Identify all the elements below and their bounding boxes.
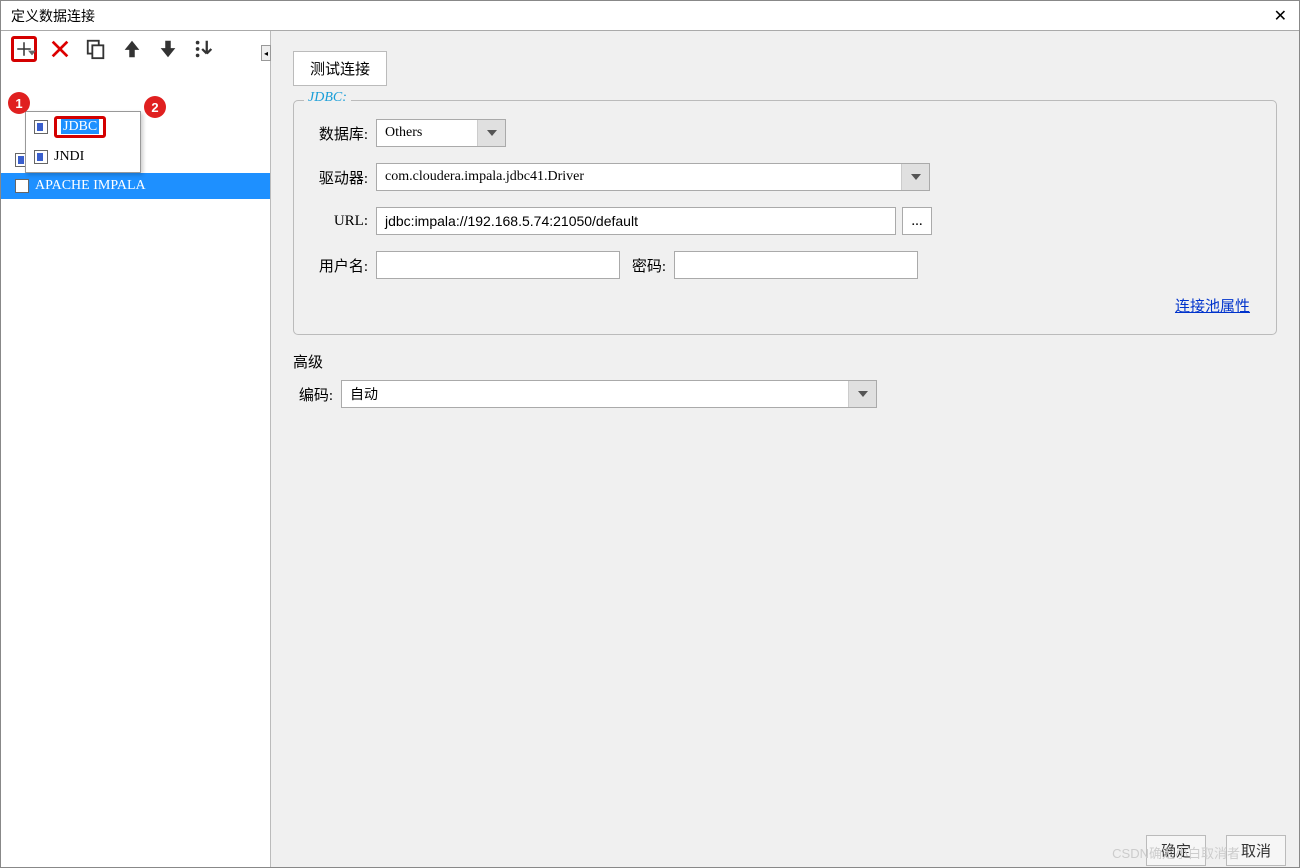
sort-button[interactable] [191, 36, 217, 62]
popup-item-label: JDBC [61, 119, 99, 134]
tree-item-label: APACHE IMPALA [35, 178, 146, 194]
driver-value: com.cloudera.impala.jdbc41.Driver [377, 169, 901, 185]
label-password: 密码: [620, 255, 674, 276]
driver-combo[interactable]: com.cloudera.impala.jdbc41.Driver [376, 163, 930, 191]
tree-item-apache-impala[interactable]: APACHE IMPALA [1, 173, 270, 199]
connection-tree: JDBC5 APACHE IMPALA [1, 67, 270, 867]
jdbc-group: JDBC: 数据库: Others 驱动器: com.cloudera.impa… [293, 100, 1277, 335]
delete-button[interactable] [47, 36, 73, 62]
test-connection-button[interactable]: 测试连接 [293, 51, 387, 86]
username-input[interactable] [376, 251, 620, 279]
window-title: 定义数据连接 [7, 6, 95, 26]
database-icon [15, 179, 29, 193]
advanced-label: 高级 [293, 351, 1277, 372]
database-icon [34, 120, 48, 134]
ok-button[interactable]: 确定 [1146, 835, 1206, 866]
pool-link-row: 连接池属性 [310, 295, 1260, 316]
add-menu-popup: JDBC JNDI [25, 111, 141, 173]
dialog-body: ◂ JDBC JNDI JDBC5 APACHE IMPAL [1, 31, 1299, 867]
chevron-down-icon[interactable] [477, 120, 505, 146]
label-driver: 驱动器: [310, 167, 376, 188]
label-username: 用户名: [310, 255, 376, 276]
left-panel: ◂ JDBC JNDI JDBC5 APACHE IMPAL [1, 31, 271, 867]
encoding-value: 自动 [342, 384, 848, 404]
row-credentials: 用户名: 密码: [310, 251, 1260, 279]
popup-label-highlight: JDBC [54, 116, 106, 138]
connection-pool-link[interactable]: 连接池属性 [1175, 299, 1250, 315]
label-database: 数据库: [310, 123, 376, 144]
bottom-bar: 确定 取消 [1146, 835, 1286, 866]
url-browse-button[interactable]: ... [902, 207, 932, 235]
copy-button[interactable] [83, 36, 109, 62]
left-toolbar [1, 31, 270, 67]
label-url: URL: [310, 213, 376, 230]
collapse-handle-icon[interactable]: ◂ [261, 45, 271, 61]
close-icon[interactable]: ✕ [1268, 6, 1293, 26]
right-panel: 测试连接 JDBC: 数据库: Others 驱动器: com.cloudera… [271, 31, 1299, 867]
add-button[interactable] [11, 36, 37, 62]
popup-item-label: JNDI [54, 149, 84, 165]
url-input[interactable]: jdbc:impala://192.168.5.74:21050/default [376, 207, 896, 235]
annotation-badge-1: 1 [8, 92, 30, 114]
popup-item-jndi[interactable]: JNDI [26, 142, 140, 172]
database-combo[interactable]: Others [376, 119, 506, 147]
encoding-combo[interactable]: 自动 [341, 380, 877, 408]
row-url: URL: jdbc:impala://192.168.5.74:21050/de… [310, 207, 1260, 235]
move-down-button[interactable] [155, 36, 181, 62]
jdbc-group-title: JDBC: [304, 90, 351, 106]
database-value: Others [377, 125, 477, 141]
row-driver: 驱动器: com.cloudera.impala.jdbc41.Driver [310, 163, 1260, 191]
password-input[interactable] [674, 251, 918, 279]
cancel-button[interactable]: 取消 [1226, 835, 1286, 866]
popup-item-jdbc[interactable]: JDBC [26, 112, 140, 142]
row-encoding: 编码: 自动 [293, 380, 1277, 408]
database-icon [34, 150, 48, 164]
row-database: 数据库: Others [310, 119, 1260, 147]
titlebar: 定义数据连接 ✕ [1, 1, 1299, 31]
label-encoding: 编码: [293, 384, 341, 405]
chevron-down-icon[interactable] [848, 381, 876, 407]
move-up-button[interactable] [119, 36, 145, 62]
dialog-window: 定义数据连接 ✕ [0, 0, 1300, 868]
chevron-down-icon[interactable] [901, 164, 929, 190]
annotation-badge-2: 2 [144, 96, 166, 118]
